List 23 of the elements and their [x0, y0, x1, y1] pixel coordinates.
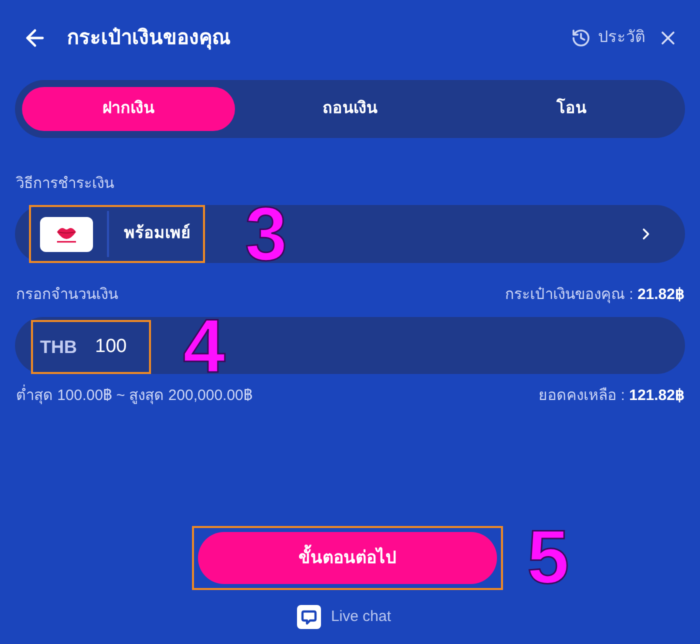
- tab[interactable]: ถอนเงิน: [244, 87, 456, 131]
- tab[interactable]: ฝากเงิน: [22, 87, 235, 131]
- history-link[interactable]: ประวัติ: [571, 26, 645, 50]
- remaining-balance: ยอดคงเหลือ : 121.82฿: [538, 386, 685, 406]
- currency-label: THB: [40, 336, 77, 358]
- lips-logo-icon: [40, 216, 93, 252]
- wallet-balance: กระเป๋าเงินของคุณ : 21.82฿: [504, 284, 685, 306]
- next-step-button[interactable]: ขั้นตอนต่อไป: [198, 532, 497, 584]
- payment-method-label: วิธีการชำระเงิน: [16, 174, 114, 194]
- history-label: ประวัติ: [598, 28, 645, 48]
- callout-number: 4: [183, 317, 226, 377]
- live-chat-label: Live chat: [330, 606, 392, 627]
- amount-label: กรอกจำนวนเงิน: [16, 284, 118, 305]
- chat-bubble-icon: [296, 605, 321, 629]
- payment-method-name: พร้อมเพย์: [124, 222, 190, 244]
- page-title: กระเป๋าเงินของคุณ: [67, 26, 231, 52]
- amount-limits: ต่ำสุด 100.00฿ ~ สูงสุด 200,000.00฿: [16, 384, 252, 406]
- history-icon: [571, 28, 591, 48]
- amount-input[interactable]: 100: [95, 332, 135, 362]
- tab[interactable]: โอน: [465, 87, 678, 131]
- callout-number: 3: [245, 205, 288, 265]
- live-chat-button[interactable]: Live chat: [296, 605, 392, 629]
- callout-number: 5: [527, 528, 570, 588]
